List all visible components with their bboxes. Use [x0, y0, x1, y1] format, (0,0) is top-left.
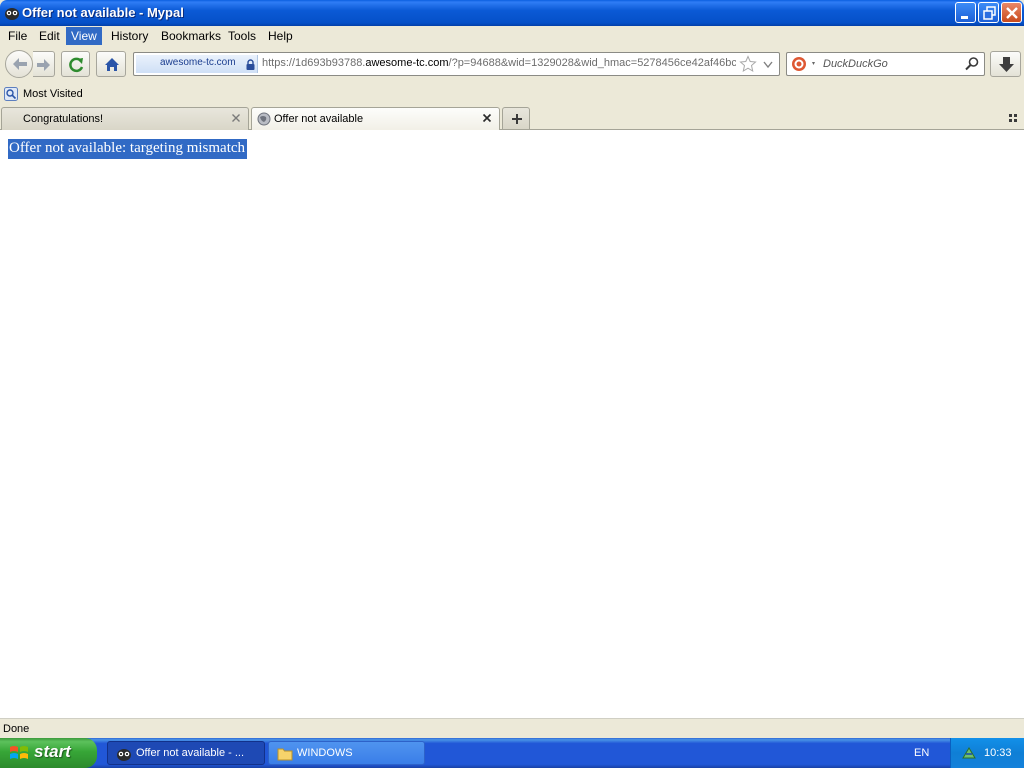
window-titlebar[interactable]: Offer not available - Mypal	[0, 0, 1024, 26]
search-placeholder: DuckDuckGo	[823, 58, 888, 70]
menu-tools[interactable]: Tools	[223, 27, 261, 45]
list-all-tabs-icon[interactable]	[1008, 112, 1020, 124]
clock[interactable]: 10:33	[984, 747, 1012, 759]
page-content: Offer not available: targeting mismatch	[0, 130, 1024, 718]
url-text: https://1d693b93788.awesome-tc.com/?p=94…	[262, 57, 736, 69]
menu-bookmarks[interactable]: Bookmarks	[156, 27, 226, 45]
menu-view[interactable]: View	[66, 27, 102, 45]
reload-icon	[69, 57, 84, 73]
windows-logo-icon	[10, 746, 28, 759]
close-tab-icon[interactable]	[229, 111, 243, 125]
restore-icon	[983, 6, 996, 20]
search-bar[interactable]: DuckDuckGo	[786, 52, 985, 76]
taskbar-item-label: WINDOWS	[297, 747, 353, 759]
status-text: Done	[3, 723, 30, 735]
menu-bar: File Edit View History Bookmarks Tools H…	[0, 26, 1024, 46]
language-indicator[interactable]: EN	[914, 747, 929, 759]
search-icon[interactable]	[964, 56, 980, 72]
tab-congratulations[interactable]: Congratulations!	[1, 107, 249, 130]
close-window-button[interactable]	[1001, 2, 1022, 23]
taskbar-item-browser[interactable]: Offer not available - ...	[107, 741, 265, 765]
most-visited-bookmark[interactable]: Most Visited	[23, 88, 83, 100]
minimize-icon	[961, 16, 968, 19]
site-identity-label: awesome-tc.com	[160, 57, 236, 68]
menu-help[interactable]: Help	[263, 27, 298, 45]
mypal-app-icon	[5, 8, 19, 20]
plus-icon	[512, 114, 522, 124]
start-label: start	[34, 742, 71, 761]
most-visited-icon	[4, 87, 18, 101]
url-bar[interactable]: awesome-tc.com https://1d693b93788.aweso…	[133, 52, 780, 76]
folder-icon	[277, 748, 293, 761]
url-host: awesome-tc.com	[365, 57, 449, 69]
url-dropdown-arrow-icon[interactable]	[762, 57, 774, 71]
home-button[interactable]	[96, 51, 126, 77]
window-title: Offer not available - Mypal	[22, 5, 184, 20]
forward-button[interactable]	[33, 51, 55, 77]
bookmark-star-icon[interactable]	[739, 55, 757, 73]
globe-icon	[257, 112, 271, 126]
close-icon	[1006, 7, 1018, 19]
windows-taskbar: start Offer not available - ... WINDOWS …	[0, 738, 1024, 768]
minimize-button[interactable]	[955, 2, 976, 23]
tab-offer-not-available[interactable]: Offer not available	[251, 107, 500, 131]
network-tray-icon[interactable]	[961, 745, 977, 761]
lock-icon	[246, 59, 255, 70]
mypal-app-icon	[117, 749, 131, 761]
download-arrow-icon	[999, 57, 1014, 72]
system-tray: 10:33	[950, 738, 1024, 768]
bookmarks-toolbar: Most Visited	[0, 84, 1024, 105]
menu-file[interactable]: File	[3, 27, 32, 45]
status-bar: Done	[0, 718, 1024, 738]
url-suffix: /?p=94688&wid=1329028&wid_hmac=5278456ce…	[448, 57, 736, 69]
site-identity-button[interactable]: awesome-tc.com	[136, 55, 258, 73]
reload-button[interactable]	[61, 51, 90, 77]
url-prefix: https://1d693b93788.	[262, 57, 366, 69]
forward-arrow-icon	[37, 59, 50, 71]
menu-history[interactable]: History	[106, 27, 153, 45]
back-button[interactable]	[5, 50, 33, 78]
tab-label: Congratulations!	[23, 113, 104, 125]
restore-button[interactable]	[978, 2, 999, 23]
new-tab-button[interactable]	[502, 107, 530, 129]
downloads-button[interactable]	[990, 51, 1021, 77]
start-button[interactable]: start	[0, 738, 97, 768]
tab-label: Offer not available	[274, 113, 364, 125]
taskbar-item-label: Offer not available - ...	[136, 747, 245, 759]
navigation-toolbar: awesome-tc.com https://1d693b93788.aweso…	[0, 46, 1024, 84]
duckduckgo-engine-icon[interactable]	[791, 56, 819, 72]
home-icon	[105, 58, 119, 71]
tab-strip: Congratulations! Offer not available	[0, 105, 1024, 131]
taskbar-item-windows-folder[interactable]: WINDOWS	[268, 741, 425, 765]
menu-edit[interactable]: Edit	[34, 27, 65, 45]
close-tab-icon[interactable]	[480, 111, 494, 125]
offer-status-message: Offer not available: targeting mismatch	[8, 139, 248, 159]
back-arrow-icon	[13, 58, 27, 70]
